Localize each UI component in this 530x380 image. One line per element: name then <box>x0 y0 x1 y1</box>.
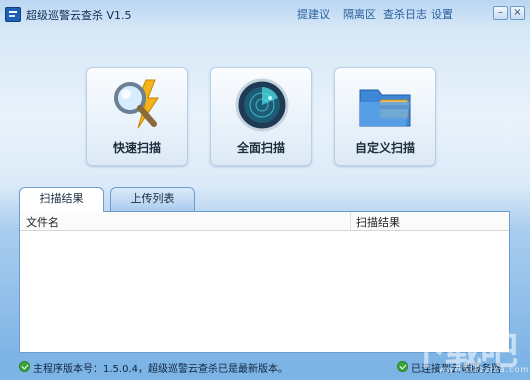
nav-suggestion-link[interactable]: 提建议 <box>297 6 330 22</box>
tab-upload-list[interactable]: 上传列表 <box>110 187 195 211</box>
app-window: 超级巡警云查杀 V1.5 提建议 隔离区 查杀日志 设置 – × 快速扫描 全面… <box>0 0 530 380</box>
nav-scan-log-link[interactable]: 查杀日志 <box>383 6 427 22</box>
connection-ok-icon <box>397 361 408 372</box>
watermark-url: www.xiazaiba.com <box>439 365 530 374</box>
tab-scan-results[interactable]: 扫描结果 <box>19 187 104 212</box>
quick-scan-button[interactable]: 快速扫描 <box>86 67 188 166</box>
close-button[interactable]: × <box>510 6 525 20</box>
close-icon: × <box>513 7 522 18</box>
table-header: 文件名 扫描结果 <box>20 212 509 231</box>
check-ok-icon <box>19 361 30 372</box>
app-logo-icon <box>5 7 21 22</box>
full-scan-button[interactable]: 全面扫描 <box>210 67 312 166</box>
version-status-text: 主程序版本号：1.5.0.4，超级巡警云查杀已是最新版本。 <box>33 364 288 375</box>
custom-scan-label: 自定义扫描 <box>354 141 415 155</box>
magnifier-lightning-icon <box>114 79 159 129</box>
column-header-scan-result[interactable]: 扫描结果 <box>356 214 400 230</box>
custom-scan-button[interactable]: 自定义扫描 <box>334 67 436 166</box>
minimize-button[interactable]: – <box>493 6 508 20</box>
title-bar: 超级巡警云查杀 V1.5 提建议 隔离区 查杀日志 设置 – × <box>0 0 530 28</box>
nav-quarantine-link[interactable]: 隔离区 <box>343 6 376 22</box>
full-scan-label: 全面扫描 <box>236 141 285 155</box>
radar-icon <box>235 78 289 132</box>
window-title: 超级巡警云查杀 V1.5 <box>26 9 132 22</box>
folder-card-icon <box>359 89 411 127</box>
column-header-filename[interactable]: 文件名 <box>26 214 59 230</box>
minimize-icon: – <box>498 7 503 18</box>
quick-scan-label: 快速扫描 <box>112 141 161 155</box>
column-divider[interactable] <box>350 212 351 230</box>
nav-settings-link[interactable]: 设置 <box>431 6 453 22</box>
